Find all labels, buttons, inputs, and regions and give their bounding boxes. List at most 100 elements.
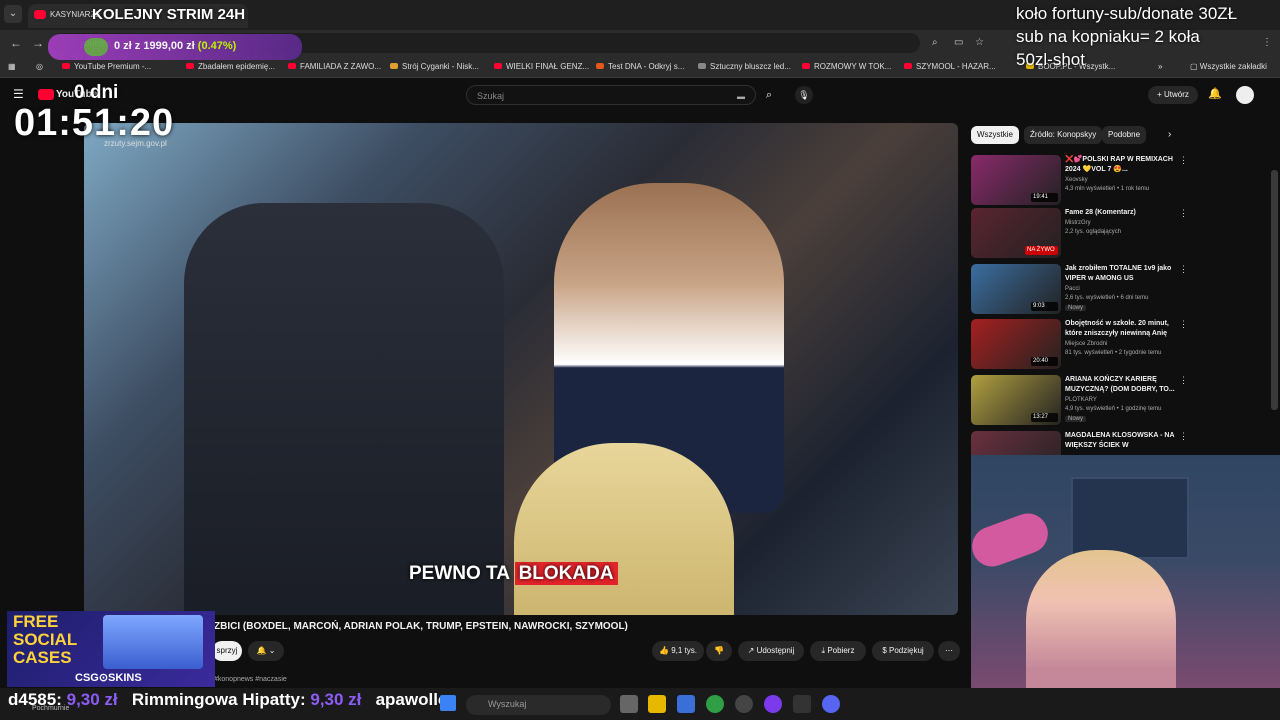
forward-icon[interactable]: → xyxy=(32,36,44,50)
bookmark-item[interactable]: Test DNA - Odkryj s... xyxy=(596,62,684,71)
more-options-icon[interactable]: ⋮ xyxy=(1179,155,1188,166)
recommendation-channel[interactable]: Miejsce Zbrodni xyxy=(1065,341,1107,347)
search-icon[interactable]: ⌕ xyxy=(756,85,782,105)
bookmark-item[interactable]: Zbadałem epidemię... xyxy=(186,62,275,71)
video-caption: PEWNO TA BLOKADA xyxy=(409,562,618,591)
duration-badge: 13:27 xyxy=(1031,413,1058,422)
bookmark-icon[interactable]: ◎ xyxy=(36,62,43,71)
timer-days: 0 dni xyxy=(74,82,119,103)
more-options-icon[interactable]: ⋮ xyxy=(1179,264,1188,275)
hamburger-menu-icon[interactable]: ☰ xyxy=(13,87,24,101)
search-input[interactable]: Szukaj ▬ xyxy=(466,85,756,105)
dislike-button[interactable]: 👎 xyxy=(706,641,732,661)
donation-ticker: d4585: 9,30 zł Rimmingowa Hipatty: 9,30 … xyxy=(0,688,1280,720)
case-box-icon xyxy=(103,615,203,669)
taskbar-search-input[interactable]: Wyszukaj xyxy=(466,695,611,715)
donation-goal-text: 0 zł z 1999,00 zł (0.47%) xyxy=(114,40,237,52)
rule-line: koło fortuny-sub/donate 30ZŁ xyxy=(1016,4,1238,23)
zoom-icon[interactable]: ⌕ xyxy=(932,37,938,48)
thanks-button[interactable]: $ Podziękuj xyxy=(872,641,934,661)
bookmark-item[interactable]: WIELKI FINAŁ GENZ... xyxy=(494,62,589,71)
recommendation-channel[interactable]: Xeovsky xyxy=(1065,177,1088,183)
share-button[interactable]: ↗ Udostępnij xyxy=(738,641,804,661)
more-actions-icon[interactable]: ⋯ xyxy=(938,641,960,661)
store-icon[interactable] xyxy=(677,695,695,713)
bookmark-item[interactable]: Strój Cyganki - Nisk... xyxy=(390,62,479,71)
youtube-header: ☰ YouTube Szukaj ▬ ⌕ 🎙 + Utwórz 🔔 xyxy=(0,78,1280,112)
recommendation-title[interactable]: MAGDALENA KLOSOWSKA - NA WIĘKSZY ŚCIEK W xyxy=(1065,431,1177,451)
scrollbar[interactable] xyxy=(1271,170,1278,410)
notification-bell-button[interactable]: 🔔 ⌄ xyxy=(248,641,284,661)
donation-goal-bar: 0 zł z 1999,00 zł (0.47%) xyxy=(48,34,302,60)
ticker-text: d4585: 9,30 zł Rimmingowa Hipatty: 9,30 … xyxy=(8,690,449,709)
chevron-right-icon[interactable]: › xyxy=(1168,129,1171,140)
more-options-icon[interactable]: ⋮ xyxy=(1179,319,1188,330)
chip-source[interactable]: Źródło: Konopskyy xyxy=(1024,126,1103,144)
recommendation-item[interactable]: 19:41 ❌💕POLSKI RAP W REMIXACH 2024 💛VOL 7… xyxy=(971,155,1191,205)
bookmark-item[interactable]: SZYMOOL - HAZAR... xyxy=(904,62,996,71)
recommendation-meta: 4,9 tys. wyświetleń • 1 godzinę temu xyxy=(1065,406,1162,412)
recommendation-item[interactable]: NA ŻYWO Fame 28 (Komentarz) MistrzGry 2,2 t… xyxy=(971,208,1191,258)
stream-title: KOLEJNY STRIM 24H xyxy=(92,6,246,23)
apps-icon[interactable]: ▦ xyxy=(8,62,16,71)
cast-icon[interactable]: ▭ xyxy=(954,37,963,48)
support-button[interactable]: sprzyj xyxy=(212,641,242,661)
mic-icon[interactable]: 🎙 xyxy=(795,86,813,104)
new-badge: Nowy xyxy=(1065,305,1087,311)
more-options-icon[interactable]: ⋮ xyxy=(1179,431,1188,442)
recommendation-channel[interactable]: PLOTKARY xyxy=(1065,397,1097,403)
rule-line: 50zl-shot xyxy=(1016,50,1085,69)
duration-badge: 9:03 xyxy=(1031,302,1058,311)
stream-timer: 01:51:20 xyxy=(14,102,175,144)
recommendation-title[interactable]: Jak zrobiłem TOTALNE 1v9 jako VIPER w AM… xyxy=(1065,264,1177,284)
file-explorer-icon[interactable] xyxy=(648,695,666,713)
recommendation-item[interactable]: 13:27 ARIANA KOŃCZY KARIERĘ MUZYCZNĄ? (DO… xyxy=(971,375,1191,425)
recommendation-meta: 81 tys. wyświetleń • 2 tygodnie temu xyxy=(1065,350,1162,356)
app-icon[interactable] xyxy=(764,695,782,713)
duration-badge: NA ŻYWO xyxy=(1025,246,1058,255)
duration-badge: 20:40 xyxy=(1031,357,1058,366)
bookmark-item[interactable]: YouTube Premium -... xyxy=(62,62,151,71)
recommendation-title[interactable]: ❌💕POLSKI RAP W REMIXACH 2024 💛VOL 7 😍... xyxy=(1065,155,1177,175)
bookmark-item[interactable]: Sztuczny bluszcz led... xyxy=(698,62,791,71)
task-view-icon[interactable] xyxy=(620,695,638,713)
stream-rules-text: koło fortuny-sub/donate 30ZŁ sub na kopn… xyxy=(1016,2,1280,71)
video-player[interactable]: PEWNO TA BLOKADA zrzuty.sejm.gov.pl xyxy=(84,123,958,615)
recommendation-channel[interactable]: Pacci xyxy=(1065,286,1080,292)
keyboard-icon[interactable]: ▬ xyxy=(737,92,745,101)
avatar[interactable] xyxy=(1236,86,1254,104)
like-button[interactable]: 👍 9,1 tys. xyxy=(652,641,704,661)
new-badge: Nowy xyxy=(1065,416,1087,422)
frog-emote-icon xyxy=(84,38,108,56)
recommendation-title[interactable]: Obojętność w szkole. 20 minut, które zni… xyxy=(1065,319,1177,339)
promo-text: FREE SOCIAL CASES xyxy=(13,612,78,667)
video-person-left xyxy=(184,203,504,615)
download-button[interactable]: ⤓ Pobierz xyxy=(810,641,866,661)
wall-picture xyxy=(1071,477,1189,559)
video-tags[interactable]: #konopnews #naczasie xyxy=(214,676,287,683)
create-button[interactable]: + Utwórz xyxy=(1148,86,1198,104)
recommendation-item[interactable]: 20:40 Obojętność w szkole. 20 minut, któr… xyxy=(971,319,1191,369)
recommendation-channel[interactable]: MistrzGry xyxy=(1065,220,1091,226)
windows-start-icon[interactable] xyxy=(440,695,456,711)
chrome-icon[interactable] xyxy=(706,695,724,713)
more-options-icon[interactable]: ⋮ xyxy=(1179,375,1188,386)
bookmark-star-icon[interactable]: ☆ xyxy=(975,37,984,48)
youtube-logo-icon[interactable] xyxy=(38,89,54,100)
bookmark-item[interactable]: ROZMOWY W TOK... xyxy=(802,62,891,71)
obs-icon[interactable] xyxy=(735,695,753,713)
chip-similar[interactable]: Podobne xyxy=(1102,126,1147,144)
recommendation-title[interactable]: Fame 28 (Komentarz) xyxy=(1065,208,1177,218)
discord-icon[interactable] xyxy=(822,695,840,713)
more-options-icon[interactable]: ⋮ xyxy=(1179,208,1188,219)
recommendation-item[interactable]: 9:03 Jak zrobiłem TOTALNE 1v9 jako VIPER … xyxy=(971,264,1191,314)
search-placeholder: Szukaj xyxy=(477,91,505,101)
tab-search-icon[interactable]: ⌄ xyxy=(4,5,22,23)
recommendation-title[interactable]: ARIANA KOŃCZY KARIERĘ MUZYCZNĄ? (DOM DOB… xyxy=(1065,375,1177,395)
bookmark-item[interactable]: FAMILIADA Z ZAWO... xyxy=(288,62,381,71)
notifications-icon[interactable]: 🔔 xyxy=(1208,87,1222,100)
terminal-icon[interactable] xyxy=(793,695,811,713)
back-icon[interactable]: ← xyxy=(10,36,22,50)
video-title: ZBICI (BOXDEL, MARCOŃ, ADRIAN POLAK, TRU… xyxy=(214,621,628,632)
chip-all[interactable]: Wszystkie xyxy=(971,126,1019,144)
